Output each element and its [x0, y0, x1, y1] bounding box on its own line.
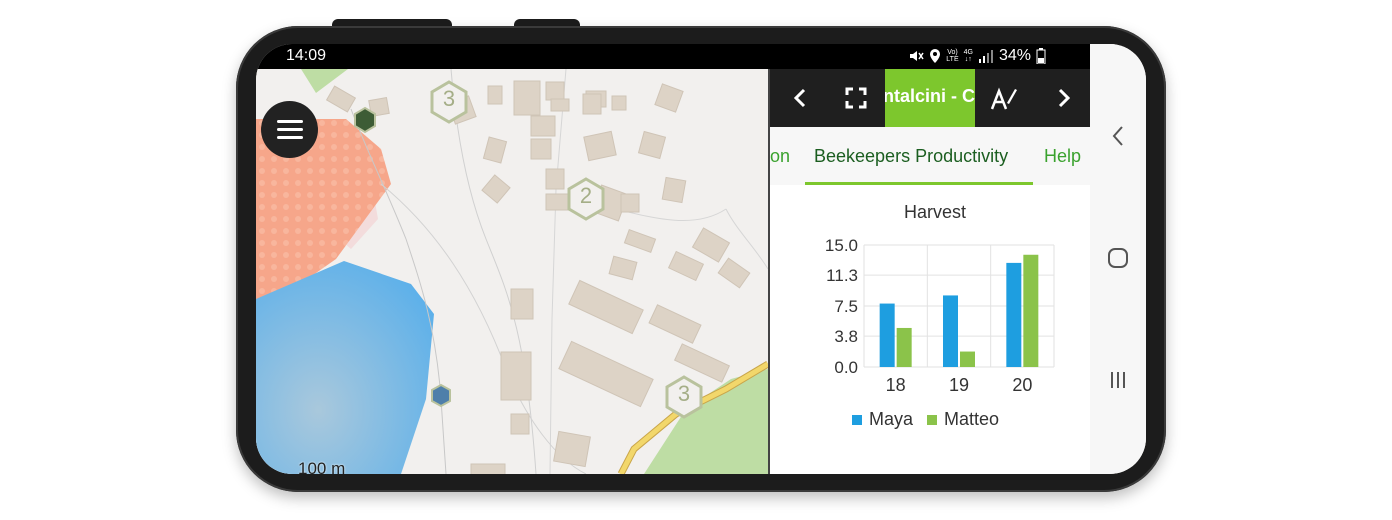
hive-marker [354, 106, 376, 134]
chevron-left-icon [793, 88, 806, 108]
scale-bar: 100 m [268, 459, 384, 474]
battery-percent: 34% [998, 47, 1031, 64]
chevron-right-icon [1058, 88, 1071, 108]
info-panel: ontalcini - C ion Beekeepers Productivit… [768, 69, 1090, 474]
fullscreen-button[interactable] [838, 69, 874, 127]
y-tick-label: 0.0 [834, 358, 858, 377]
harvest-chart-svg: Harvest 15.0 11.3 7.5 3.8 0.0 18 19 20 Maya Matteo [825, 202, 1055, 429]
y-tick-label: 11.3 [826, 266, 858, 285]
screen: 14:09 Vo) LTE 4G ↓↑ 34% 3 2 3 100 m ntal… [256, 44, 1146, 474]
y-tick-label: 15.0 [825, 236, 858, 255]
panel-toolbar: ontalcini - C [770, 69, 1090, 127]
menu-icon-bar [276, 128, 303, 131]
bar-maya-19 [943, 295, 958, 367]
signal-icon [978, 50, 993, 63]
y-tick-label: 7.5 [834, 297, 858, 316]
status-bar: 14:09 Vo) LTE 4G ↓↑ 34% [256, 44, 1090, 69]
cluster-count-2[interactable]: 2 [569, 183, 603, 209]
home-icon [1108, 248, 1128, 268]
4g-icon: 4G ↓↑ [963, 49, 973, 63]
edit-style-button[interactable] [984, 69, 1024, 127]
panel-title-text: ontalcini - C [885, 86, 975, 106]
mute-icon [910, 51, 924, 61]
back-button[interactable] [1102, 120, 1134, 152]
menu-button[interactable] [261, 101, 318, 158]
y-tick-label: 3.8 [834, 327, 858, 346]
water-area [256, 261, 434, 474]
tab-beekeepers-productivity[interactable]: Beekeepers Productivity [814, 146, 1008, 167]
bar-maya-20 [1006, 262, 1022, 367]
location-icon [930, 49, 941, 63]
tab-help[interactable]: Help [1044, 146, 1081, 167]
menu-icon-bar [276, 136, 303, 139]
x-tick-label: 20 [1012, 375, 1032, 395]
cluster-count-3[interactable]: 3 [667, 381, 701, 407]
bar-matteo-19 [960, 351, 975, 367]
hive-marker-blue [431, 383, 451, 408]
volte-icon: Vo) LTE [946, 49, 959, 63]
bar-maya-18 [879, 303, 895, 367]
legend-swatch-matteo [927, 415, 937, 425]
harvest-chart: Harvest 15.0 11.3 7.5 3.8 0.0 18 19 20 Maya Matteo [770, 185, 1090, 474]
tab-bar: ion Beekeepers Productivity Help [770, 127, 1090, 185]
home-button[interactable] [1102, 242, 1134, 274]
legend-label-maya: Maya [869, 409, 914, 429]
system-nav-bar [1090, 44, 1146, 474]
legend-label-matteo: Matteo [944, 409, 999, 429]
map-view[interactable]: 3 2 3 100 m [256, 69, 768, 474]
legend-swatch-maya [852, 415, 862, 425]
recents-icon [1111, 372, 1125, 388]
back-icon [1112, 126, 1123, 146]
x-tick-label: 18 [886, 375, 906, 395]
menu-icon-bar [276, 120, 303, 123]
map-canvas [256, 69, 768, 474]
bar-matteo-20 [1023, 254, 1039, 367]
scale-label: 100 m [298, 459, 346, 474]
previous-button[interactable] [782, 69, 818, 127]
font-edit-icon [990, 87, 1017, 110]
bar-matteo-18 [896, 327, 912, 367]
battery-icon [1036, 48, 1046, 64]
fullscreen-icon [845, 87, 867, 109]
status-time: 14:09 [286, 47, 327, 64]
panel-title: ontalcini - C [885, 69, 975, 127]
chart-title: Harvest [904, 202, 966, 222]
cluster-count-1[interactable]: 3 [432, 86, 466, 112]
status-icons: Vo) LTE 4G ↓↑ 34% [908, 47, 1046, 65]
tab-information[interactable]: ion [770, 146, 790, 167]
recents-button[interactable] [1102, 364, 1134, 396]
next-button[interactable] [1046, 69, 1082, 127]
x-tick-label: 19 [949, 375, 969, 395]
